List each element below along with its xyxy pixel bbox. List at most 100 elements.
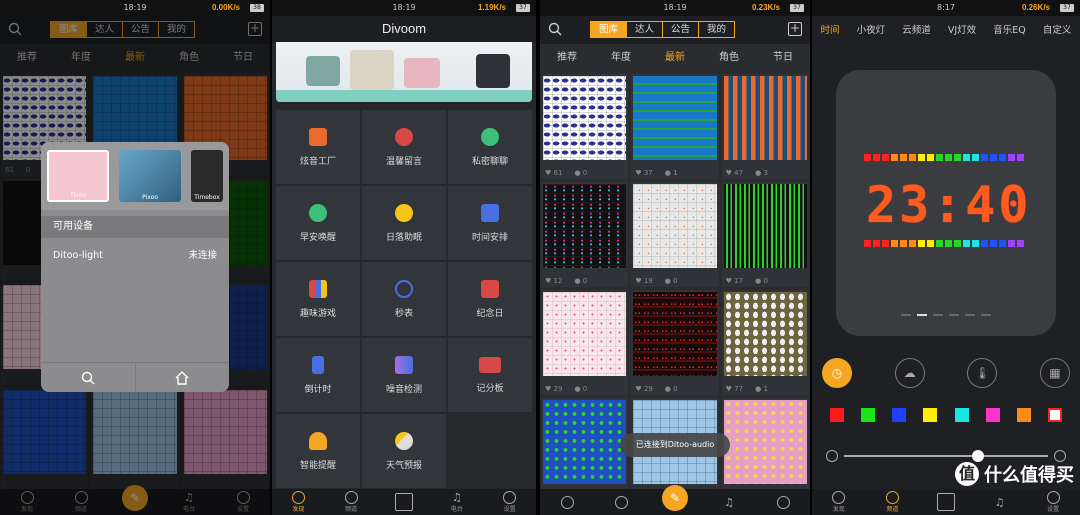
color-swatch[interactable]	[892, 408, 907, 422]
color-swatch[interactable]	[954, 408, 969, 422]
segment-gallery[interactable]: 图库	[591, 22, 628, 37]
bottom-nav: 发现 频道 ♫ 电台 设置	[272, 489, 536, 515]
feature-tile[interactable]: 私密聊聊	[448, 110, 532, 184]
category-latest[interactable]: 最新	[665, 44, 685, 72]
feature-tile[interactable]: 纪念日	[448, 262, 532, 336]
led-dot	[891, 154, 898, 161]
segment-mine[interactable]: 我的	[699, 22, 734, 37]
color-swatch[interactable]	[830, 408, 844, 422]
color-swatch[interactable]	[1047, 408, 1062, 422]
feature-tile[interactable]: 温馨留言	[362, 110, 446, 184]
feature-tile[interactable]: 早安唤醒	[276, 186, 360, 260]
nav-discover[interactable]: 发现	[278, 491, 318, 513]
search-icon[interactable]	[548, 22, 562, 36]
stopwatch-icon	[395, 279, 413, 298]
calendar-icon[interactable]: ▦	[1039, 358, 1070, 388]
feature-tile[interactable]: 炫音工厂	[276, 110, 360, 184]
feature-tile[interactable]: 趣味游戏	[276, 262, 360, 336]
app-title: Divoom	[272, 16, 536, 42]
feature-tile[interactable]: 秒表	[362, 262, 446, 336]
thermometer-icon[interactable]: 🌡	[967, 358, 998, 388]
grid-item[interactable]	[721, 398, 809, 489]
led-dot	[873, 240, 880, 247]
tab-custom[interactable]: 自定义	[1043, 16, 1072, 46]
feature-tile[interactable]: 天气预报	[362, 414, 446, 488]
popup-home-button[interactable]	[136, 363, 230, 392]
led-dot	[918, 154, 925, 161]
grid-item[interactable]: ♥ 29 ● 0	[631, 290, 719, 395]
grid-item[interactable]: ♥ 61 ● 0	[541, 74, 629, 179]
clock-icon[interactable]: ◷	[822, 358, 852, 388]
color-swatch[interactable]	[861, 408, 876, 422]
feature-tile[interactable]: 时间安排	[448, 186, 532, 260]
nav-channels[interactable]: 频道	[872, 491, 912, 513]
grid-item[interactable]: ♥ 29 ● 0	[541, 290, 629, 395]
category-recommended[interactable]: 推荐	[557, 44, 577, 72]
segment-experts[interactable]: 达人	[627, 22, 664, 37]
grid-item[interactable]: ♥ 17 ● 0	[721, 182, 809, 287]
nav-settings[interactable]: 设置	[1033, 491, 1073, 513]
feature-tile[interactable]: 智能提醒	[276, 414, 360, 488]
category-annual[interactable]: 年度	[611, 44, 631, 72]
add-icon[interactable]: +	[788, 22, 802, 36]
feature-tile[interactable]: 记分板	[448, 338, 532, 412]
led-dot	[891, 240, 898, 247]
pixel-art-grid: ♥ 61 ● 0 ♥ 37 ● 1 ♥ 47 ● 3 ♥ 12 ● 0 ♥ 19 ● 0 …	[540, 74, 810, 489]
segment-notices[interactable]: 公告	[663, 22, 700, 37]
category-characters[interactable]: 角色	[719, 44, 739, 72]
nav-create[interactable]: ✎	[655, 485, 695, 511]
grid-item[interactable]	[541, 398, 629, 489]
nav-channels[interactable]	[601, 495, 641, 509]
device-row[interactable]: Ditoo-light 未连接	[41, 246, 229, 266]
grid-item[interactable]: ♥ 77 ● 1	[721, 290, 809, 395]
nav-settings[interactable]	[763, 495, 803, 509]
grid-item[interactable]: ♥ 19 ● 0	[631, 182, 719, 287]
feature-tile[interactable]: 日落助眠	[362, 186, 446, 260]
clock-preview[interactable]: 23:40	[836, 70, 1056, 336]
tab-time[interactable]: 时间	[821, 16, 840, 46]
grid-item[interactable]: ♥ 37 ● 1	[631, 74, 719, 179]
compass-icon	[832, 491, 846, 504]
battery-icon: 38	[250, 4, 264, 12]
nav-device[interactable]	[384, 493, 424, 511]
nav-radio[interactable]: ♫ 电台	[437, 491, 477, 513]
nav-device[interactable]	[926, 493, 966, 511]
cloud-icon[interactable]: ☁	[894, 358, 925, 388]
nav-channels[interactable]: 频道	[331, 491, 371, 513]
category-festivals[interactable]: 节日	[773, 44, 793, 72]
device-name: Ditoo-light	[53, 250, 103, 261]
nav-radio[interactable]: ♫	[709, 496, 749, 509]
category-tabs: 推荐 年度 最新 角色 节日	[540, 44, 810, 72]
tab-music-eq[interactable]: 音乐EQ	[993, 16, 1025, 46]
color-swatch[interactable]	[1016, 408, 1031, 422]
tab-night-light[interactable]: 小夜灯	[857, 16, 886, 46]
feature-tile[interactable]: 噪音检测	[362, 338, 446, 412]
status-bar: 18:19 0.00K/s 38	[0, 0, 270, 16]
led-dot	[945, 154, 952, 161]
tab-vj-effects[interactable]: VJ灯效	[948, 16, 976, 46]
led-dot	[864, 154, 871, 161]
gallery-segment-control: 图库 达人 公告 我的	[590, 21, 736, 38]
nav-settings[interactable]: 设置	[490, 491, 530, 513]
battery-icon: 37	[790, 4, 804, 12]
device-card-tivoo[interactable]: Tivoo	[47, 150, 109, 202]
tab-cloud-channel[interactable]: 云频道	[902, 16, 931, 46]
grid-item[interactable]: ♥ 47 ● 3	[721, 74, 809, 179]
device-card-pixoo[interactable]: Pixoo	[119, 150, 181, 202]
led-dot	[954, 240, 961, 247]
brush-icon: ✎	[662, 485, 688, 511]
product-banner[interactable]	[276, 42, 532, 102]
bell-icon	[309, 431, 327, 450]
grid-item[interactable]: ♥ 12 ● 0	[541, 182, 629, 287]
popup-search-button[interactable]	[41, 363, 136, 392]
home-icon	[175, 370, 189, 385]
gear-icon	[1046, 491, 1060, 504]
color-swatch[interactable]	[923, 408, 938, 422]
nav-discover[interactable]	[547, 495, 587, 509]
moon-icon	[395, 203, 413, 222]
device-card-timebox[interactable]: Timebox	[191, 150, 223, 202]
color-swatch[interactable]	[985, 408, 1000, 422]
feature-tile[interactable]: 倒计时	[276, 338, 360, 412]
nav-radio[interactable]: ♫	[980, 496, 1020, 509]
nav-discover[interactable]: 发现	[819, 491, 859, 513]
